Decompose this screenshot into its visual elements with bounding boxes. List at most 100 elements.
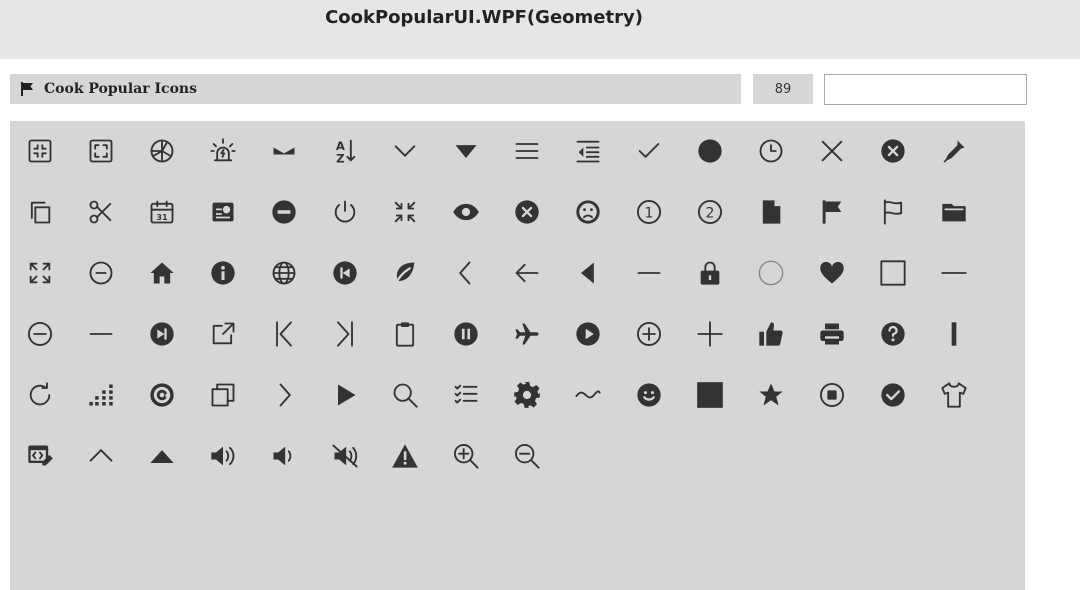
- duplicate-icon[interactable]: [193, 365, 253, 425]
- minus-bold-icon[interactable]: [71, 304, 131, 364]
- aperture-icon[interactable]: [132, 121, 192, 181]
- chevron-right-icon[interactable]: [254, 365, 314, 425]
- stop-circle-icon[interactable]: [802, 365, 862, 425]
- help-circle-icon[interactable]: [863, 304, 923, 364]
- caret-up-icon[interactable]: [132, 426, 192, 486]
- minus-circle-icon[interactable]: [10, 304, 70, 364]
- code-edit-icon[interactable]: [10, 426, 70, 486]
- document-icon[interactable]: [741, 182, 801, 242]
- expand-arrows-glyph: [29, 262, 51, 284]
- airplane-icon[interactable]: [497, 304, 557, 364]
- copy-icon[interactable]: [10, 182, 70, 242]
- zoom-out-icon[interactable]: [497, 426, 557, 486]
- leaf-icon[interactable]: [375, 243, 435, 303]
- vertical-bar-icon[interactable]: [924, 304, 984, 364]
- flag-filled-icon[interactable]: [802, 182, 862, 242]
- eyedropper-icon[interactable]: [924, 121, 984, 181]
- id-card-icon[interactable]: [193, 182, 253, 242]
- clock-icon[interactable]: [741, 121, 801, 181]
- external-link-icon[interactable]: [193, 304, 253, 364]
- volume-mute-icon[interactable]: [315, 426, 375, 486]
- zoom-in-icon[interactable]: [436, 426, 496, 486]
- next-circle-filled-icon[interactable]: [132, 304, 192, 364]
- section-title: Cook Popular Icons: [44, 81, 197, 97]
- minus-icon[interactable]: [619, 243, 679, 303]
- minus-circle-filled-icon[interactable]: [254, 182, 314, 242]
- filled-circle-glyph: [698, 139, 722, 163]
- wave-icon[interactable]: [558, 365, 618, 425]
- eye-icon[interactable]: [436, 182, 496, 242]
- check-circle-filled-icon[interactable]: [863, 365, 923, 425]
- play-circle-filled-icon[interactable]: [558, 304, 618, 364]
- chevron-left-icon[interactable]: [436, 243, 496, 303]
- calendar-glyph: 31: [150, 200, 174, 224]
- expand-arrows-icon[interactable]: [10, 243, 70, 303]
- chevron-down-icon[interactable]: [375, 121, 435, 181]
- checkmark-icon[interactable]: [619, 121, 679, 181]
- step-first-icon[interactable]: [254, 304, 314, 364]
- x-circle-filled-icon[interactable]: [497, 182, 557, 242]
- pause-circle-icon[interactable]: [436, 304, 496, 364]
- signal-dots-icon[interactable]: [71, 365, 131, 425]
- filled-circle-icon[interactable]: [680, 121, 740, 181]
- circle-outline-icon[interactable]: [741, 243, 801, 303]
- search-input[interactable]: [824, 74, 1027, 105]
- close-circle-icon[interactable]: [863, 121, 923, 181]
- info-filled-icon[interactable]: [193, 243, 253, 303]
- checklist-icon[interactable]: [436, 365, 496, 425]
- flag-outline-icon[interactable]: [863, 182, 923, 242]
- hamburger-menu-icon[interactable]: [497, 121, 557, 181]
- minus-circle-outline-icon[interactable]: [71, 243, 131, 303]
- chevron-up-icon[interactable]: [71, 426, 131, 486]
- indent-list-icon[interactable]: [558, 121, 618, 181]
- caret-down-icon[interactable]: [436, 121, 496, 181]
- volume-low-icon[interactable]: [254, 426, 314, 486]
- lock-icon[interactable]: [680, 243, 740, 303]
- gear-icon[interactable]: [497, 365, 557, 425]
- printer-icon[interactable]: [802, 304, 862, 364]
- number-one-circle-icon[interactable]: 1: [619, 182, 679, 242]
- at-circle-icon[interactable]: [132, 365, 192, 425]
- close-x-glyph: [821, 140, 842, 162]
- code-edit-glyph: [28, 445, 53, 466]
- warning-icon[interactable]: [375, 426, 435, 486]
- dash-icon[interactable]: [924, 243, 984, 303]
- heart-icon[interactable]: [802, 243, 862, 303]
- step-last-icon[interactable]: [315, 304, 375, 364]
- caret-left-icon[interactable]: [558, 243, 618, 303]
- minimize-bar-icon[interactable]: [254, 121, 314, 181]
- sad-face-icon[interactable]: [558, 182, 618, 242]
- square-filled-icon[interactable]: [680, 365, 740, 425]
- scissors-icon[interactable]: [71, 182, 131, 242]
- search-icon[interactable]: [375, 365, 435, 425]
- stop-circle-glyph: [819, 382, 844, 408]
- number-two-circle-icon[interactable]: 2: [680, 182, 740, 242]
- thumbs-up-icon[interactable]: [741, 304, 801, 364]
- volume-up-icon[interactable]: [193, 426, 253, 486]
- play-icon[interactable]: [315, 365, 375, 425]
- square-outline-icon[interactable]: [863, 243, 923, 303]
- sort-az-icon[interactable]: AZ: [315, 121, 375, 181]
- plus-icon[interactable]: [680, 304, 740, 364]
- arrow-left-icon[interactable]: [497, 243, 557, 303]
- home-icon[interactable]: [132, 243, 192, 303]
- star-icon[interactable]: [741, 365, 801, 425]
- power-icon[interactable]: [315, 182, 375, 242]
- refresh-icon[interactable]: [10, 365, 70, 425]
- t-shirt-icon[interactable]: [924, 365, 984, 425]
- close-x-icon[interactable]: [802, 121, 862, 181]
- folder-icon[interactable]: [924, 182, 984, 242]
- smile-icon[interactable]: [619, 365, 679, 425]
- expand-corners-icon[interactable]: [71, 121, 131, 181]
- clipboard-icon[interactable]: [375, 304, 435, 364]
- plus-circle-icon[interactable]: [619, 304, 679, 364]
- home-glyph: [150, 262, 174, 284]
- collapse-corners-icon[interactable]: [10, 121, 70, 181]
- calendar-icon[interactable]: 31: [132, 182, 192, 242]
- compress-arrows-icon[interactable]: [375, 182, 435, 242]
- globe-icon[interactable]: [254, 243, 314, 303]
- alarm-light-icon[interactable]: [193, 121, 253, 181]
- leaf-glyph: [394, 262, 415, 285]
- icon-count-badge: 89: [753, 74, 813, 104]
- back-circle-filled-icon[interactable]: [315, 243, 375, 303]
